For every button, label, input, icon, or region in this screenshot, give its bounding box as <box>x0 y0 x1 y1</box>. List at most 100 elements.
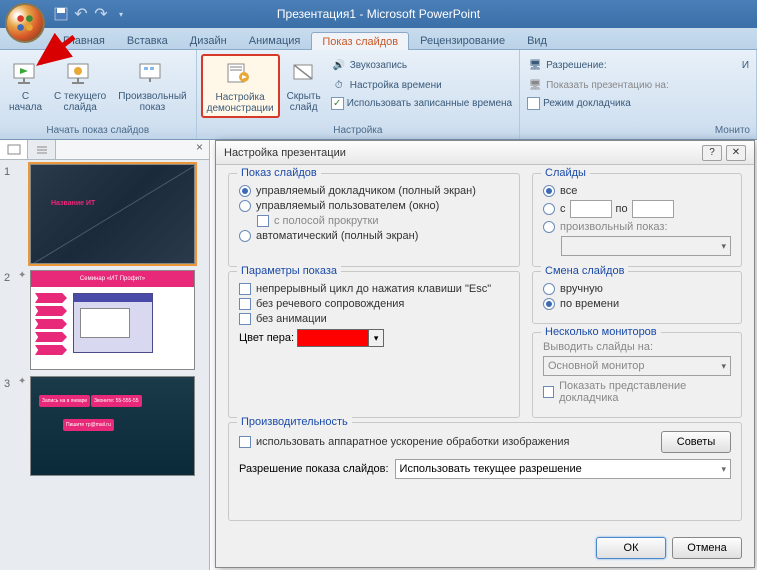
check-presenter-view: Показать представление докладчика <box>543 380 731 404</box>
radio-icon <box>543 298 555 310</box>
checkbox-icon <box>543 386 554 398</box>
close-button[interactable]: ✕ <box>726 145 746 161</box>
from-start-button[interactable]: С начала <box>4 54 47 116</box>
check-no-animation[interactable]: без анимации <box>239 313 509 325</box>
microphone-icon: 🔊 <box>331 57 347 73</box>
check-hw-accel[interactable]: использовать аппаратное ускорение обрабо… <box>239 436 661 448</box>
radio-individual[interactable]: управляемый пользователем (окно) <box>239 200 509 212</box>
checkbox-icon <box>239 436 251 448</box>
radio-speaker[interactable]: управляемый докладчиком (полный экран) <box>239 185 509 197</box>
pen-color-row: Цвет пера: ▾ <box>239 329 509 347</box>
checkbox-icon: ✓ <box>331 97 344 110</box>
from-spinner[interactable] <box>570 200 612 218</box>
check-no-narration[interactable]: без речевого сопровождения <box>239 298 509 310</box>
radio-icon <box>543 283 555 295</box>
tab-insert[interactable]: Вставка <box>116 31 179 49</box>
ribbon: С начала С текущего слайда Произвольный … <box>0 50 757 140</box>
redo-icon[interactable]: ↷ <box>92 5 110 23</box>
monitor-dropdown: Основной монитор <box>543 356 731 376</box>
cancel-button[interactable]: Отмена <box>672 537 742 559</box>
advance-fieldset: Смена слайдов вручную по времени <box>532 271 742 324</box>
monitors-fieldset: Несколько мониторов Выводить слайды на: … <box>532 332 742 418</box>
use-timings-checkbox[interactable]: ✓Использовать записанные времена <box>330 96 513 111</box>
checkbox-icon <box>239 313 251 325</box>
play-from-current-icon <box>64 57 96 89</box>
setup-show-icon <box>224 58 256 90</box>
setup-show-dialog: Настройка презентации ? ✕ Показ слайдов … <box>215 140 755 568</box>
dialog-titlebar: Настройка презентации ? ✕ <box>216 141 754 165</box>
performance-fieldset: Производительность использовать аппаратн… <box>228 422 742 521</box>
slide-thumbnail-2[interactable]: 2 ✦ Семинар «ИТ Профит» <box>4 270 205 370</box>
hide-slide-icon <box>288 57 320 89</box>
presenter-view-checkbox[interactable]: Режим докладчика <box>526 96 750 111</box>
resolution-row: 🖥Разрешение:И <box>526 56 750 74</box>
group-monitors: 🖥Разрешение:И 🖥Показать презентацию на: … <box>520 50 757 139</box>
title-bar: ↶ ↷ ▾ Презентация1 - Microsoft PowerPoin… <box>0 0 757 28</box>
check-loop[interactable]: непрерывный цикл до нажатия клавиши "Esc… <box>239 283 509 295</box>
monitor-icon: 🖥 <box>527 57 543 73</box>
tab-view[interactable]: Вид <box>516 31 558 49</box>
play-from-start-icon <box>10 57 42 89</box>
help-button[interactable]: ? <box>702 145 722 161</box>
save-icon[interactable] <box>52 5 70 23</box>
slides-tab[interactable] <box>0 140 28 159</box>
slides-fieldset: Слайды все с по произвольный показ: <box>532 173 742 267</box>
group-setup-label: Настройка <box>199 124 517 137</box>
resolution-dropdown[interactable]: Использовать текущее разрешение <box>395 459 731 479</box>
radio-from-to[interactable]: с по <box>543 200 731 218</box>
group-monitors-label: Монито <box>522 124 754 137</box>
from-current-button[interactable]: С текущего слайда <box>49 54 111 116</box>
radio-icon <box>543 185 555 197</box>
dialog-buttons: ОК Отмена <box>216 529 754 567</box>
group-start-label: Начать показ слайдов <box>2 124 194 137</box>
qat-dropdown-icon[interactable]: ▾ <box>112 5 130 23</box>
panel-close-button[interactable]: × <box>190 140 209 159</box>
setup-show-button[interactable]: Настройка демонстрации <box>201 54 280 118</box>
panel-tabs: × <box>0 140 209 160</box>
tab-home[interactable]: Главная <box>52 31 116 49</box>
slide-thumbnail-1[interactable]: 1 Название ИТ <box>4 164 205 264</box>
to-spinner[interactable] <box>632 200 674 218</box>
resolution-label: Разрешение показа слайдов: <box>239 463 389 475</box>
radio-custom-show: произвольный показ: <box>543 221 731 233</box>
radio-icon <box>239 230 251 242</box>
tab-review[interactable]: Рецензирование <box>409 31 516 49</box>
undo-icon[interactable]: ↶ <box>72 5 90 23</box>
tab-animation[interactable]: Анимация <box>238 31 312 49</box>
quick-access-toolbar: ↶ ↷ ▾ <box>52 0 130 28</box>
dialog-title-text: Настройка презентации <box>224 147 346 159</box>
clock-icon: ⏱ <box>331 77 347 93</box>
check-scrollbar: с полосой прокрутки <box>257 215 509 227</box>
radio-icon <box>543 203 555 215</box>
radio-icon <box>543 221 555 233</box>
radio-icon <box>239 185 251 197</box>
record-narration-button[interactable]: 🔊Звукозапись <box>330 56 513 74</box>
radio-all-slides[interactable]: все <box>543 185 731 197</box>
custom-show-button[interactable]: Произвольный показ <box>113 54 191 116</box>
slide-thumbnail-3[interactable]: 3 ✦ Запись на в январе Звоните: 55-555-5… <box>4 376 205 476</box>
tips-button[interactable]: Советы <box>661 431 731 453</box>
checkbox-icon <box>239 283 251 295</box>
radio-timings[interactable]: по времени <box>543 298 731 310</box>
pen-color-dropdown[interactable]: ▾ <box>369 329 384 347</box>
radio-manual[interactable]: вручную <box>543 283 731 295</box>
checkbox-icon <box>257 215 269 227</box>
checkbox-icon <box>239 298 251 310</box>
outline-tab[interactable] <box>28 140 56 159</box>
custom-show-dropdown <box>561 236 731 256</box>
checkbox-icon <box>527 97 540 110</box>
rehearse-timings-button[interactable]: ⏱Настройка времени <box>330 76 513 94</box>
ok-button[interactable]: ОК <box>596 537 666 559</box>
pen-color-swatch[interactable] <box>297 329 369 347</box>
group-setup: Настройка демонстрации Скрыть слайд 🔊Зву… <box>197 50 520 139</box>
office-button[interactable] <box>5 3 45 43</box>
monitor-output-label: Выводить слайды на: <box>543 341 731 353</box>
window-title: Презентация1 - Microsoft PowerPoint <box>277 7 480 21</box>
custom-show-icon <box>136 57 168 89</box>
show-on-row: 🖥Показать презентацию на: <box>526 76 750 94</box>
tab-slideshow[interactable]: Показ слайдов <box>311 32 409 50</box>
tab-design[interactable]: Дизайн <box>179 31 238 49</box>
radio-kiosk[interactable]: автоматический (полный экран) <box>239 230 509 242</box>
hide-slide-button[interactable]: Скрыть слайд <box>282 54 326 116</box>
show-options-fieldset: Параметры показа непрерывный цикл до наж… <box>228 271 520 418</box>
